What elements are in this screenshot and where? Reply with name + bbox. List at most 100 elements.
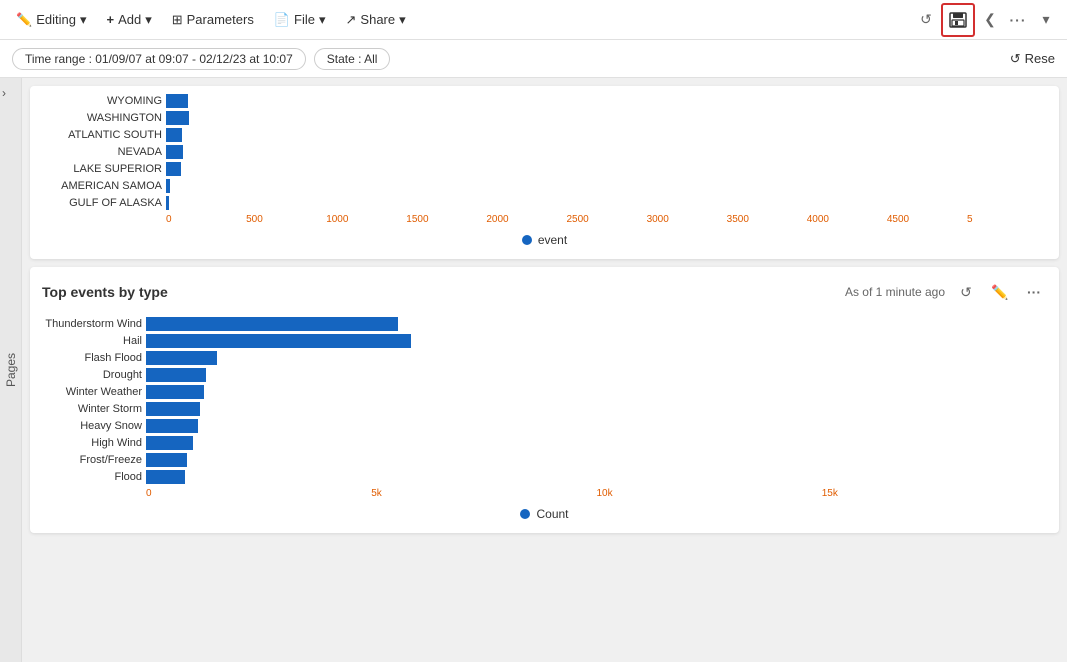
bottom-bar — [146, 385, 204, 399]
top-bar-container — [166, 179, 1047, 193]
filter-bar: Time range : 01/09/07 at 09:07 - 02/12/2… — [0, 40, 1067, 78]
editing-label: Editing — [36, 12, 76, 27]
bottom-chart-header: Top events by type As of 1 minute ago ↺ … — [42, 279, 1047, 305]
content-area: › Pages WYOMING WASHINGTON ATLANTIC SOUT… — [0, 78, 1067, 662]
reset-icon: ↺ — [1010, 51, 1021, 67]
bottom-bar-container — [146, 402, 1047, 416]
bottom-bar — [146, 453, 187, 467]
add-menu[interactable]: + Add ▾ — [98, 8, 159, 32]
bottom-bar-row: Frost/Freeze — [42, 453, 1047, 467]
bottom-x-tick: 0 — [146, 488, 371, 499]
state-filter[interactable]: State : All — [314, 48, 391, 70]
top-bar-row: ATLANTIC SOUTH — [42, 128, 1047, 142]
pages-sidebar[interactable]: › Pages — [0, 78, 22, 662]
bottom-bar — [146, 317, 398, 331]
top-legend-label: event — [538, 233, 567, 247]
more-button[interactable]: ··· — [1005, 7, 1031, 33]
top-x-tick: 500 — [246, 214, 326, 225]
bottom-bar-label: Winter Weather — [42, 386, 142, 398]
bottom-bar-container — [146, 385, 1047, 399]
top-bar-container — [166, 111, 1047, 125]
file-chevron: ▾ — [319, 12, 326, 28]
top-x-tick: 3000 — [647, 214, 727, 225]
bottom-bar-container — [146, 368, 1047, 382]
top-bar — [166, 94, 188, 108]
bottom-bar-container — [146, 351, 1047, 365]
editing-menu[interactable]: ✏️ Editing ▾ — [8, 8, 94, 32]
pages-label: Pages — [4, 353, 18, 387]
top-bar — [166, 128, 182, 142]
parameters-menu[interactable]: ⊞ Parameters — [164, 8, 262, 32]
bottom-bar-row: Winter Weather — [42, 385, 1047, 399]
bottom-bar-row: Flood — [42, 470, 1047, 484]
top-bar-container — [166, 196, 1047, 210]
top-bar-label: WYOMING — [42, 95, 162, 107]
top-bar-row: LAKE SUPERIOR — [42, 162, 1047, 176]
top-bar-container — [166, 128, 1047, 142]
bottom-legend: Count — [42, 507, 1047, 521]
add-chevron: ▾ — [145, 12, 152, 28]
top-bar-row: NEVADA — [42, 145, 1047, 159]
toolbar-right: ↺ ❮ ··· ▾ — [913, 3, 1059, 37]
reset-label: Rese — [1025, 51, 1055, 66]
pages-arrow: › — [2, 86, 6, 100]
top-bar-label: AMERICAN SAMOA — [42, 180, 162, 192]
bottom-bar — [146, 470, 185, 484]
bottom-chart-timestamp: As of 1 minute ago — [845, 285, 945, 299]
bottom-bar-row: Heavy Snow — [42, 419, 1047, 433]
bottom-legend-label: Count — [536, 507, 568, 521]
top-bar-label: LAKE SUPERIOR — [42, 163, 162, 175]
editing-chevron: ▾ — [80, 12, 87, 28]
top-legend: event — [42, 233, 1047, 247]
refresh-button[interactable]: ↺ — [913, 7, 939, 33]
top-x-tick: 4500 — [887, 214, 967, 225]
top-bar-chart: WYOMING WASHINGTON ATLANTIC SOUTH NEVADA… — [42, 94, 1047, 247]
top-bar-label: GULF OF ALASKA — [42, 197, 162, 209]
bottom-bar-row: Thunderstorm Wind — [42, 317, 1047, 331]
add-label: Add — [118, 12, 141, 27]
bottom-bar — [146, 419, 198, 433]
bottom-bar-label: Flood — [42, 471, 142, 483]
file-menu[interactable]: 📄 File ▾ — [266, 8, 334, 32]
top-bar-row: GULF OF ALASKA — [42, 196, 1047, 210]
bottom-bar-label: Drought — [42, 369, 142, 381]
top-x-tick: 5 — [967, 214, 1047, 225]
top-chart-card: WYOMING WASHINGTON ATLANTIC SOUTH NEVADA… — [30, 86, 1059, 259]
top-x-axis: 0500100015002000250030003500400045005 — [166, 214, 1047, 225]
top-bar-label: NEVADA — [42, 146, 162, 158]
save-button[interactable] — [941, 3, 975, 37]
share-label: Share — [360, 12, 395, 27]
bottom-bar — [146, 368, 206, 382]
toolbar: ✏️ Editing ▾ + Add ▾ ⊞ Parameters 📄 File… — [0, 0, 1067, 40]
file-label: File — [294, 12, 315, 27]
top-x-tick: 0 — [166, 214, 246, 225]
top-bar-row: WASHINGTON — [42, 111, 1047, 125]
top-bar — [166, 162, 181, 176]
collapse-button[interactable]: ❮ — [977, 7, 1003, 33]
bottom-bar-container — [146, 453, 1047, 467]
bottom-bar — [146, 351, 217, 365]
parameters-icon: ⊞ — [172, 12, 183, 28]
bottom-bar-row: Flash Flood — [42, 351, 1047, 365]
bottom-bar-label: Winter Storm — [42, 403, 142, 415]
more-chevron[interactable]: ▾ — [1033, 7, 1059, 33]
top-bar-container — [166, 162, 1047, 176]
bottom-chart-refresh[interactable]: ↺ — [953, 279, 979, 305]
bottom-chart-title: Top events by type — [42, 284, 837, 300]
bottom-bar-row: Winter Storm — [42, 402, 1047, 416]
time-range-filter[interactable]: Time range : 01/09/07 at 09:07 - 02/12/2… — [12, 48, 306, 70]
bottom-chart-more[interactable]: ··· — [1021, 279, 1047, 305]
charts-area: WYOMING WASHINGTON ATLANTIC SOUTH NEVADA… — [22, 78, 1067, 662]
share-icon: ↗ — [346, 12, 357, 28]
bottom-chart-edit[interactable]: ✏️ — [987, 279, 1013, 305]
share-menu[interactable]: ↗ Share ▾ — [338, 8, 414, 32]
top-bar-label: ATLANTIC SOUTH — [42, 129, 162, 141]
bottom-bar-label: Heavy Snow — [42, 420, 142, 432]
bottom-bar-chart: Thunderstorm Wind Hail Flash Flood Droug… — [42, 317, 1047, 521]
top-bar-container — [166, 145, 1047, 159]
file-icon: 📄 — [274, 12, 290, 28]
top-x-tick: 2500 — [566, 214, 646, 225]
bottom-bar-row: High Wind — [42, 436, 1047, 450]
reset-button[interactable]: ↺ Rese — [1010, 51, 1055, 67]
top-bar-row: AMERICAN SAMOA — [42, 179, 1047, 193]
